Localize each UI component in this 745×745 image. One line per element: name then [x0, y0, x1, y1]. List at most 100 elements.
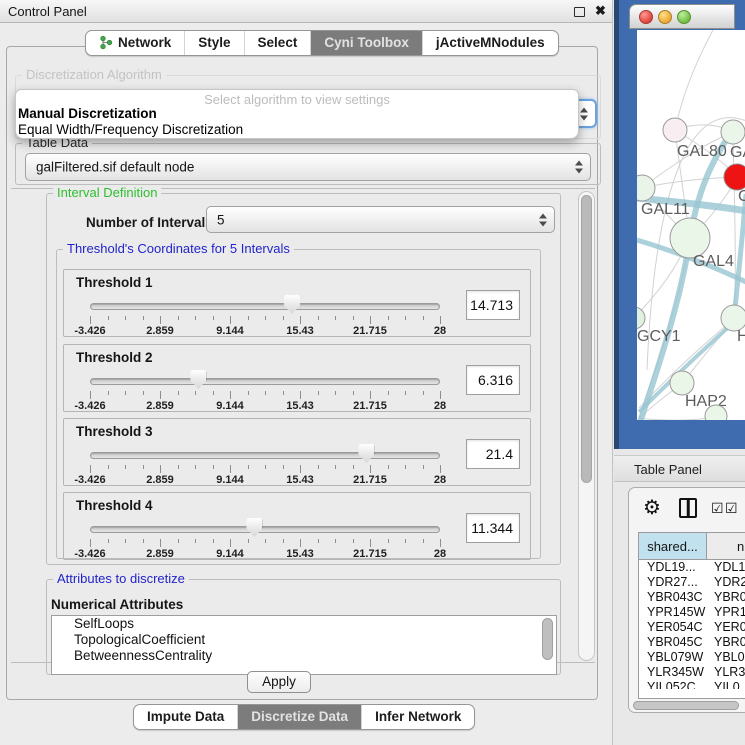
- scrollbar-thumb[interactable]: [581, 195, 592, 483]
- number-of-intervals-combo[interactable]: 5: [206, 206, 555, 233]
- cell-name[interactable]: YDR2: [707, 575, 745, 590]
- network-canvas[interactable]: GAL80GACGAL11GAL4GCY1HHAP2: [637, 30, 745, 420]
- threshold-3-slider[interactable]: -3.4262.8599.14415.4321.71528: [90, 443, 442, 485]
- checkbox-icon[interactable]: ☑: [725, 500, 738, 517]
- table-horizontal-scrollbar[interactable]: [631, 701, 745, 711]
- slider-tick: [353, 465, 354, 469]
- table-row[interactable]: YBR045CYBR0: [639, 635, 745, 650]
- tab-style[interactable]: Style: [184, 31, 243, 55]
- slider-thumb[interactable]: [358, 444, 374, 463]
- tab-select[interactable]: Select: [244, 31, 311, 55]
- slider-track[interactable]: [90, 303, 440, 310]
- attribute-list-item[interactable]: BetweennessCentrality: [52, 648, 556, 664]
- slider-tick: [283, 316, 284, 320]
- threshold-3-value-field[interactable]: [466, 439, 520, 469]
- minimize-button[interactable]: [658, 10, 672, 24]
- network-node[interactable]: [670, 371, 694, 395]
- table-row[interactable]: YBR043CYBR0: [639, 590, 745, 605]
- network-window-titlebar[interactable]: [629, 4, 735, 29]
- slider-tick: [353, 539, 354, 543]
- network-edge[interactable]: [639, 417, 716, 420]
- column-header-shared-name[interactable]: shared...: [639, 533, 707, 559]
- network-view-window[interactable]: GAL80GACGAL11GAL4GCY1HHAP2: [614, 0, 745, 449]
- network-node[interactable]: [637, 307, 645, 329]
- combo-spinner-icon: [575, 161, 583, 174]
- zoom-button[interactable]: [677, 10, 691, 24]
- list-scrollbar[interactable]: [542, 618, 553, 660]
- cell-shared-name[interactable]: YLR345W: [639, 665, 707, 680]
- threshold-4-slider[interactable]: -3.4262.8599.14415.4321.71528: [90, 517, 442, 559]
- slider-track[interactable]: [90, 526, 440, 533]
- cell-name[interactable]: YIL0: [707, 680, 745, 689]
- threshold-1-value-field[interactable]: [466, 290, 520, 320]
- cell-name[interactable]: YDL1: [707, 560, 745, 575]
- slider-track[interactable]: [90, 452, 440, 459]
- cell-shared-name[interactable]: YPR145W: [639, 605, 707, 620]
- slider-tick: [283, 539, 284, 543]
- slider-tick: [125, 391, 126, 395]
- slider-tick-label: 9.144: [216, 548, 244, 560]
- table-row[interactable]: YLR345WYLR3: [639, 665, 745, 680]
- tab-cyni-toolbox[interactable]: Cyni Toolbox: [310, 31, 422, 55]
- control-panel-titlebar[interactable]: Control Panel ✖: [0, 0, 612, 23]
- cell-name[interactable]: YBL0: [707, 650, 745, 665]
- cell-shared-name[interactable]: YIL052C: [639, 680, 707, 689]
- network-node[interactable]: [670, 218, 710, 258]
- table-row[interactable]: YDR27...YDR2: [639, 575, 745, 590]
- tab-discretize-data[interactable]: Discretize Data: [237, 705, 361, 729]
- float-window-icon[interactable]: [574, 7, 585, 17]
- slider-thumb[interactable]: [246, 518, 262, 537]
- network-node[interactable]: [724, 164, 745, 190]
- cell-shared-name[interactable]: YER054C: [639, 620, 707, 635]
- threshold-2-slider[interactable]: -3.4262.8599.14415.4321.71528: [90, 369, 442, 411]
- panel-vertical-scrollbar[interactable]: [578, 191, 595, 661]
- tab-network[interactable]: Network: [86, 31, 184, 55]
- tab-impute-data[interactable]: Impute Data: [134, 705, 237, 729]
- tab-infer-network[interactable]: Infer Network: [361, 705, 474, 729]
- split-columns-icon[interactable]: [679, 498, 697, 518]
- network-graph[interactable]: GAL80GACGAL11GAL4GCY1HHAP2: [637, 30, 745, 420]
- numerical-attributes-list[interactable]: SelfLoopsTopologicalCoefficientBetweenne…: [51, 615, 557, 675]
- tab-jactivemnodules[interactable]: jActiveMNodules: [422, 31, 558, 55]
- cell-name[interactable]: YER0: [707, 620, 745, 635]
- checkbox-icon[interactable]: ☑: [711, 500, 724, 517]
- close-icon[interactable]: ✖: [595, 3, 606, 19]
- close-button[interactable]: [639, 10, 653, 24]
- slider-thumb[interactable]: [190, 370, 206, 389]
- network-edge[interactable]: [675, 30, 713, 130]
- dropdown-option-manual-discretization[interactable]: Manual Discretization: [18, 106, 157, 121]
- table-row[interactable]: YIL052CYIL0: [639, 680, 745, 689]
- network-node[interactable]: [721, 120, 745, 144]
- table-panel-titlebar[interactable]: Table Panel: [614, 455, 745, 482]
- cell-shared-name[interactable]: YDR27...: [639, 575, 707, 590]
- network-edge[interactable]: [642, 177, 736, 188]
- cell-name[interactable]: YBR0: [707, 590, 745, 605]
- cell-shared-name[interactable]: YBR045C: [639, 635, 707, 650]
- table-row[interactable]: YDL19...YDL1: [639, 560, 745, 575]
- gear-icon[interactable]: ⚙: [643, 495, 661, 520]
- table-row[interactable]: YER054CYER0: [639, 620, 745, 635]
- scrollbar-thumb[interactable]: [633, 701, 739, 710]
- node-attribute-table[interactable]: shared... n YDL19...YDL1YDR27...YDR2YBR0…: [638, 532, 745, 699]
- table-data-combo[interactable]: galFiltered.sif default node: [25, 153, 591, 181]
- slider-thumb[interactable]: [284, 295, 300, 314]
- cell-shared-name[interactable]: YBR043C: [639, 590, 707, 605]
- table-row[interactable]: YBL079WYBL0: [639, 650, 745, 665]
- threshold-1-slider[interactable]: -3.4262.8599.14415.4321.71528: [90, 294, 442, 336]
- apply-button[interactable]: Apply: [247, 671, 311, 693]
- cell-name[interactable]: YLR3: [707, 665, 745, 680]
- attribute-list-item[interactable]: SelfLoops: [52, 616, 556, 632]
- threshold-2-value-field[interactable]: [466, 365, 520, 395]
- attribute-list-item[interactable]: TopologicalCoefficient: [52, 632, 556, 648]
- cell-name[interactable]: YBR0: [707, 635, 745, 650]
- table-row[interactable]: YPR145WYPR1: [639, 605, 745, 620]
- cell-shared-name[interactable]: YBL079W: [639, 650, 707, 665]
- dropdown-option-equal-width-frequency[interactable]: Equal Width/Frequency Discretization: [18, 122, 243, 137]
- column-header-name[interactable]: n: [707, 533, 745, 559]
- slider-track[interactable]: [90, 378, 440, 385]
- network-edge[interactable]: [642, 133, 732, 188]
- threshold-4-value-field[interactable]: [466, 513, 520, 543]
- cell-name[interactable]: YPR1: [707, 605, 745, 620]
- cell-shared-name[interactable]: YDL19...: [639, 560, 707, 575]
- network-node[interactable]: [663, 118, 687, 142]
